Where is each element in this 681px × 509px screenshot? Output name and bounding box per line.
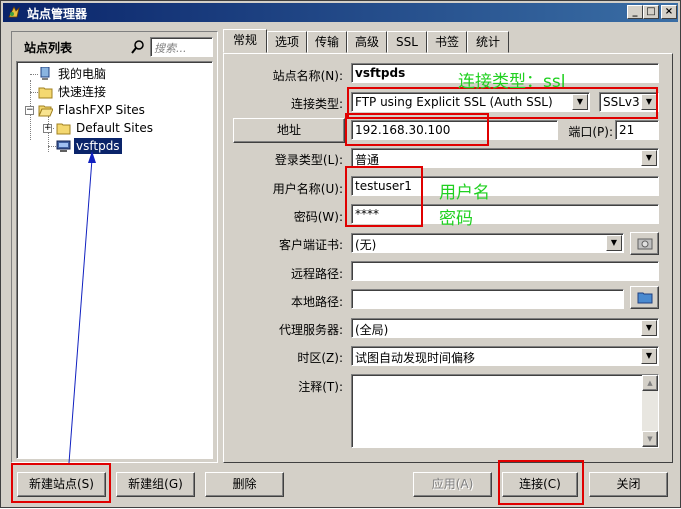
- computer-icon: [40, 67, 50, 80]
- tab-options[interactable]: 选项: [267, 31, 307, 53]
- window-title: 站点管理器: [27, 7, 88, 21]
- site-manager-window: 站点管理器 _ □ × 站点列表 搜索... 我的电脑 快速连接 − Flash…: [0, 0, 681, 508]
- apply-button[interactable]: 应用(A): [413, 472, 492, 497]
- annotation-connection-type: 连接类型：ssl: [458, 72, 566, 92]
- close-button[interactable]: 关闭: [589, 472, 668, 497]
- maximize-button[interactable]: □: [643, 5, 659, 19]
- title-bar[interactable]: 站点管理器 _ □ ×: [3, 3, 678, 22]
- tab-statistics[interactable]: 统计: [467, 31, 509, 53]
- folder-icon: [56, 123, 71, 135]
- site-list-panel: 站点列表 搜索... 我的电脑 快速连接 − FlashFXP Sites + …: [11, 31, 218, 463]
- folder-icon: [38, 87, 53, 99]
- search-icon[interactable]: [130, 39, 146, 55]
- connect-button[interactable]: 连接(C): [502, 472, 578, 497]
- new-site-button[interactable]: 新建站点(S): [17, 472, 106, 497]
- site-search-input[interactable]: 搜索...: [150, 37, 213, 57]
- close-window-button[interactable]: ×: [661, 5, 677, 19]
- expand-toggle[interactable]: +: [43, 124, 52, 133]
- site-tree: 我的电脑 快速连接 − FlashFXP Sites + Default Sit…: [16, 61, 213, 459]
- tab-general[interactable]: 常规: [223, 29, 267, 53]
- flashfxp-app-icon: [8, 6, 20, 18]
- annotation-password: 密码: [439, 209, 473, 229]
- new-group-button[interactable]: 新建组(G): [116, 472, 195, 497]
- collapse-toggle[interactable]: −: [25, 106, 34, 115]
- folder-open-icon: [38, 105, 53, 117]
- tab-bookmarks[interactable]: 书签: [427, 31, 467, 53]
- site-list-header: 站点列表 搜索...: [16, 34, 213, 58]
- server-icon: [56, 140, 71, 152]
- annotation-username: 用户名: [439, 183, 490, 203]
- tab-advanced[interactable]: 高级: [347, 31, 387, 53]
- site-list-title: 站点列表: [24, 41, 73, 55]
- general-tab-pane: [223, 53, 673, 463]
- tab-ssl[interactable]: SSL: [387, 31, 427, 53]
- tab-transfer[interactable]: 传输: [307, 31, 347, 53]
- delete-button[interactable]: 删除: [205, 472, 284, 497]
- minimize-button[interactable]: _: [627, 5, 643, 19]
